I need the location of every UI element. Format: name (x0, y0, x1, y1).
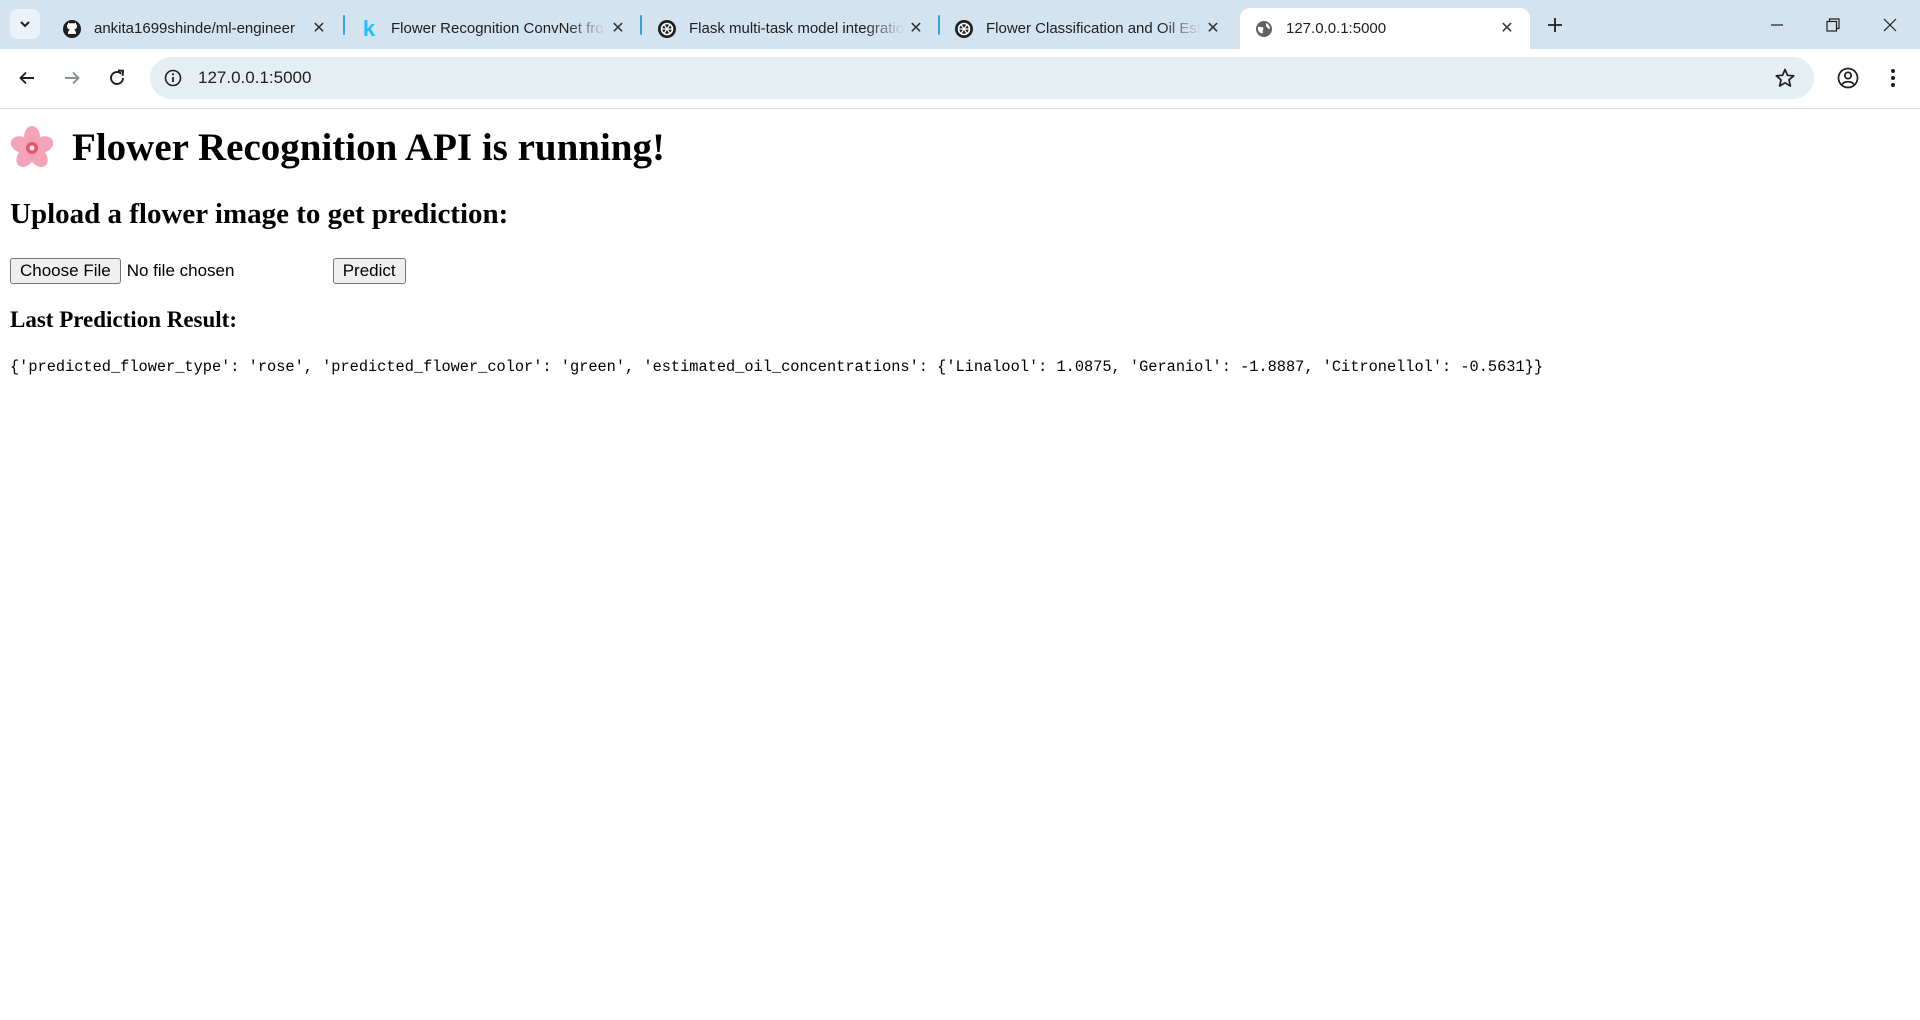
address-bar[interactable]: 127.0.0.1:5000 (150, 57, 1814, 99)
reload-button[interactable] (102, 63, 132, 93)
tab-title: ankita1699shinde/ml-engineer (94, 20, 295, 37)
arrow-right-icon (65, 71, 80, 85)
page-title-text: Flower Recognition API is running! (72, 126, 665, 169)
tab-localhost[interactable]: 127.0.0.1:5000 ✕ (1240, 8, 1530, 49)
arrow-left-icon (19, 71, 34, 85)
upload-heading: Upload a flower image to get prediction: (10, 198, 509, 230)
more-vertical-icon (1891, 69, 1895, 87)
chatgpt-icon (954, 19, 974, 39)
address-bar-url: 127.0.0.1:5000 (198, 68, 312, 87)
restore-icon (1826, 18, 1840, 32)
tab-flask-chat[interactable]: Flask multi-task model integration ✕ (643, 8, 939, 49)
tab-title: Flower Recognition ConvNet from (391, 20, 606, 37)
browser-menu-button[interactable] (1878, 63, 1908, 93)
tab-title: Flask multi-task model integration (689, 20, 904, 37)
tab-title: Flower Classification and Oil Est (986, 20, 1201, 37)
profile-button[interactable] (1833, 63, 1863, 93)
tab-divider (640, 15, 642, 35)
file-status: No file chosen (126, 261, 235, 280)
restore-button[interactable] (1818, 10, 1848, 40)
choose-file-button[interactable]: Choose File (10, 258, 121, 284)
tab-github[interactable]: ankita1699shinde/ml-engineer ✕ (48, 8, 342, 49)
bookmark-star-icon[interactable] (1774, 67, 1796, 89)
upload-form: Choose File No file chosen Predict (10, 258, 406, 284)
github-icon (62, 19, 82, 39)
chatgpt-icon (657, 19, 677, 39)
tab-flower-classification-chat[interactable]: Flower Classification and Oil Est ✕ (940, 8, 1236, 49)
reload-icon (110, 69, 125, 85)
close-icon[interactable]: ✕ (907, 19, 925, 37)
cherry-blossom-icon (10, 125, 54, 167)
close-icon[interactable]: ✕ (609, 19, 627, 37)
close-icon[interactable]: ✕ (1498, 19, 1516, 37)
close-window-button[interactable] (1875, 10, 1905, 40)
browser-toolbar: 127.0.0.1:5000 (0, 49, 1920, 109)
tab-title: 127.0.0.1:5000 (1286, 20, 1387, 37)
result-heading: Last Prediction Result: (10, 307, 238, 332)
page-content: Flower Recognition API is running! Uploa… (0, 109, 1920, 1020)
close-icon[interactable]: ✕ (310, 19, 328, 37)
close-icon[interactable]: ✕ (1204, 19, 1222, 37)
account-circle-icon (1837, 67, 1859, 89)
kaggle-icon: k (362, 15, 376, 41)
tab-search-button[interactable] (10, 9, 40, 39)
predict-button[interactable]: Predict (332, 258, 406, 284)
close-icon (1883, 18, 1897, 32)
forward-button[interactable] (57, 63, 87, 93)
site-info-icon[interactable] (162, 67, 184, 89)
back-button[interactable] (12, 63, 42, 93)
minimize-icon (1771, 24, 1783, 26)
minimize-button[interactable] (1762, 10, 1792, 40)
tab-kaggle[interactable]: k Flower Recognition ConvNet from ✕ (345, 8, 641, 49)
chevron-down-icon (20, 21, 30, 28)
new-tab-button[interactable] (1542, 12, 1568, 38)
plus-icon (1548, 18, 1562, 32)
page-title: Flower Recognition API is running! (10, 125, 665, 170)
tab-strip: ankita1699shinde/ml-engineer ✕ k Flower … (0, 0, 1920, 49)
globe-icon (1254, 19, 1274, 39)
prediction-result: {'predicted_flower_type': 'rose', 'predi… (10, 358, 1543, 376)
